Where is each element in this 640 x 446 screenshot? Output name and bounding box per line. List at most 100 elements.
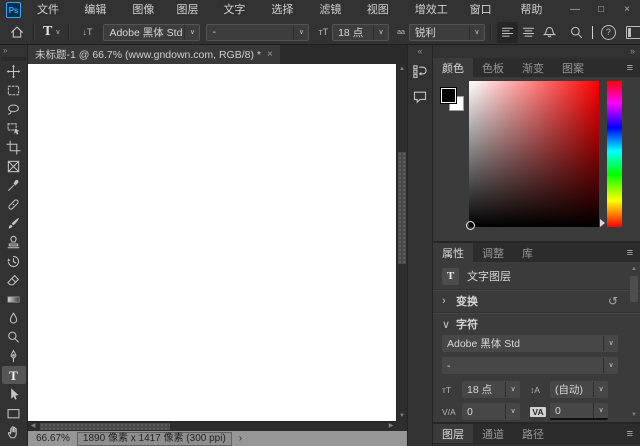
character-font-size-select[interactable]: 18 点 ∨ — [462, 381, 520, 398]
tab-channels[interactable]: 通道 — [473, 424, 513, 443]
tab-close-icon[interactable]: × — [267, 49, 273, 60]
comment-panel-button[interactable] — [409, 86, 431, 108]
menu-bar: Ps 文件(F) 编辑(E) 图像(I) 图层(L) 文字(Y) 选择(S) 滤… — [0, 0, 640, 21]
tab-patterns[interactable]: 图案 — [553, 58, 593, 77]
maximize-button[interactable]: □ — [588, 0, 614, 20]
menu-image[interactable]: 图像(I) — [125, 0, 169, 20]
properties-scrollbar[interactable]: ▲ ▼ — [629, 264, 639, 420]
anti-alias-select[interactable]: 锐利 ∨ — [409, 24, 485, 41]
horizontal-scroll-thumb[interactable] — [40, 423, 170, 430]
collapse-dock-button[interactable]: » — [433, 45, 640, 58]
menu-help[interactable]: 帮助(H) — [513, 0, 562, 20]
minimize-button[interactable]: — — [562, 0, 588, 20]
brush-tool[interactable] — [2, 214, 26, 232]
menu-file[interactable]: 文件(F) — [30, 0, 77, 20]
tab-color[interactable]: 颜色 — [433, 58, 473, 77]
pen-tool[interactable] — [2, 347, 26, 365]
crop-tool[interactable] — [2, 138, 26, 156]
align-center-button[interactable] — [518, 22, 539, 43]
layer-type-label: 文字图层 — [467, 268, 511, 284]
hue-slider-marker[interactable] — [600, 219, 605, 227]
scroll-down-icon[interactable]: ▼ — [629, 410, 639, 420]
menu-edit[interactable]: 编辑(E) — [77, 0, 125, 20]
tab-gradients[interactable]: 渐变 — [513, 58, 553, 77]
spot-healing-brush-tool[interactable] — [2, 195, 26, 213]
frame-tool[interactable] — [2, 157, 26, 175]
lasso-tool[interactable] — [2, 100, 26, 118]
expand-dock-button[interactable]: « — [408, 45, 432, 58]
character-leading-select[interactable]: (自动) ∨ — [550, 381, 608, 398]
vertical-scrollbar[interactable]: ▲ ▼ — [396, 64, 407, 421]
path-selection-tool[interactable] — [2, 385, 26, 403]
menu-plugins[interactable]: 增效工具 — [408, 0, 463, 20]
move-tool[interactable] — [2, 62, 26, 80]
menu-layer[interactable]: 图层(L) — [169, 0, 216, 20]
saturation-brightness-field[interactable] — [469, 81, 599, 227]
color-picker-marker[interactable] — [466, 221, 475, 230]
dodge-tool[interactable] — [2, 328, 26, 346]
font-size-select[interactable]: 18 点 ∨ — [332, 24, 389, 41]
blur-tool[interactable] — [2, 309, 26, 327]
menu-select[interactable]: 选择(S) — [264, 0, 312, 20]
text-orientation-button[interactable]: ↓T — [75, 22, 99, 43]
character-section-header[interactable]: ∨ 字符 — [442, 315, 618, 333]
tab-libraries[interactable]: 库 — [513, 243, 542, 262]
foreground-color-swatch[interactable] — [440, 87, 457, 104]
clone-stamp-tool[interactable] — [2, 233, 26, 251]
rectangle-tool[interactable] — [2, 404, 26, 422]
hand-tool[interactable] — [2, 423, 26, 441]
toolbar-expand-button[interactable]: » — [0, 45, 27, 57]
horizontal-scrollbar[interactable]: ◀ ▶ — [28, 421, 396, 431]
tab-paths[interactable]: 路径 — [513, 424, 553, 443]
character-tracking-select[interactable]: 0 ∨ — [550, 403, 608, 420]
document-tab[interactable]: 未标题-1 @ 66.7% (www.gndown.com, RGB/8) * … — [28, 45, 280, 64]
hue-slider[interactable] — [607, 81, 622, 227]
scroll-up-icon[interactable]: ▲ — [629, 264, 639, 274]
properties-scroll-thumb[interactable] — [630, 276, 638, 302]
panel-menu-icon[interactable]: ≡ — [620, 243, 640, 262]
eraser-tool[interactable] — [2, 271, 26, 289]
toolbar-grabber[interactable] — [1, 57, 26, 61]
tool-preset-picker[interactable]: T ∨ — [40, 22, 63, 43]
help-button[interactable]: ? — [598, 22, 619, 43]
menu-filter[interactable]: 滤镜(T) — [312, 0, 359, 20]
rectangular-marquee-tool[interactable] — [2, 81, 26, 99]
scroll-up-icon[interactable]: ▲ — [397, 64, 407, 74]
document-size-info[interactable]: 1890 像素 x 1417 像素 (300 ppi) — [77, 432, 232, 446]
character-kerning-select[interactable]: 0 ∨ — [462, 403, 520, 420]
panel-menu-icon[interactable]: ≡ — [620, 424, 640, 443]
reset-transform-icon[interactable]: ↺ — [608, 294, 618, 308]
history-panel-button[interactable] — [409, 61, 431, 83]
object-selection-tool[interactable] — [2, 119, 26, 137]
workspace-switcher-button[interactable] — [623, 22, 640, 43]
menu-view[interactable]: 视图(V) — [360, 0, 408, 20]
warp-text-button[interactable] — [539, 22, 560, 43]
scroll-right-icon[interactable]: ▶ — [386, 422, 396, 431]
character-font-family-select[interactable]: Adobe 黑体 Std ∨ — [442, 335, 618, 352]
scroll-down-icon[interactable]: ▼ — [397, 411, 407, 421]
tab-swatches[interactable]: 色板 — [473, 58, 513, 77]
gradient-tool[interactable] — [2, 290, 26, 308]
transform-section-header[interactable]: › 变换 ↺ — [442, 292, 618, 310]
horizontal-type-tool[interactable]: T — [2, 366, 26, 384]
font-family-select[interactable]: Adobe 黑体 Std ∨ — [103, 24, 200, 41]
character-font-style-select[interactable]: - ∨ — [442, 357, 618, 374]
close-button[interactable]: × — [614, 0, 640, 20]
home-button[interactable] — [6, 22, 28, 43]
tab-properties[interactable]: 属性 — [433, 243, 473, 262]
history-brush-tool[interactable] — [2, 252, 26, 270]
canvas[interactable] — [28, 64, 396, 421]
search-button[interactable] — [566, 22, 587, 43]
menu-type[interactable]: 文字(Y) — [216, 0, 264, 20]
status-expand-icon[interactable]: › — [239, 433, 242, 444]
eyedropper-tool[interactable] — [2, 176, 26, 194]
align-left-button[interactable] — [497, 22, 518, 43]
font-style-select[interactable]: - ∨ — [206, 24, 309, 41]
zoom-level[interactable]: 66.67% — [36, 433, 70, 444]
panel-menu-icon[interactable]: ≡ — [620, 58, 640, 77]
scroll-left-icon[interactable]: ◀ — [28, 422, 38, 431]
tab-layers[interactable]: 图层 — [433, 424, 473, 443]
vertical-scroll-thumb[interactable] — [398, 152, 406, 264]
tab-adjustments[interactable]: 调整 — [473, 243, 513, 262]
menu-window[interactable]: 窗口(W) — [463, 0, 514, 20]
